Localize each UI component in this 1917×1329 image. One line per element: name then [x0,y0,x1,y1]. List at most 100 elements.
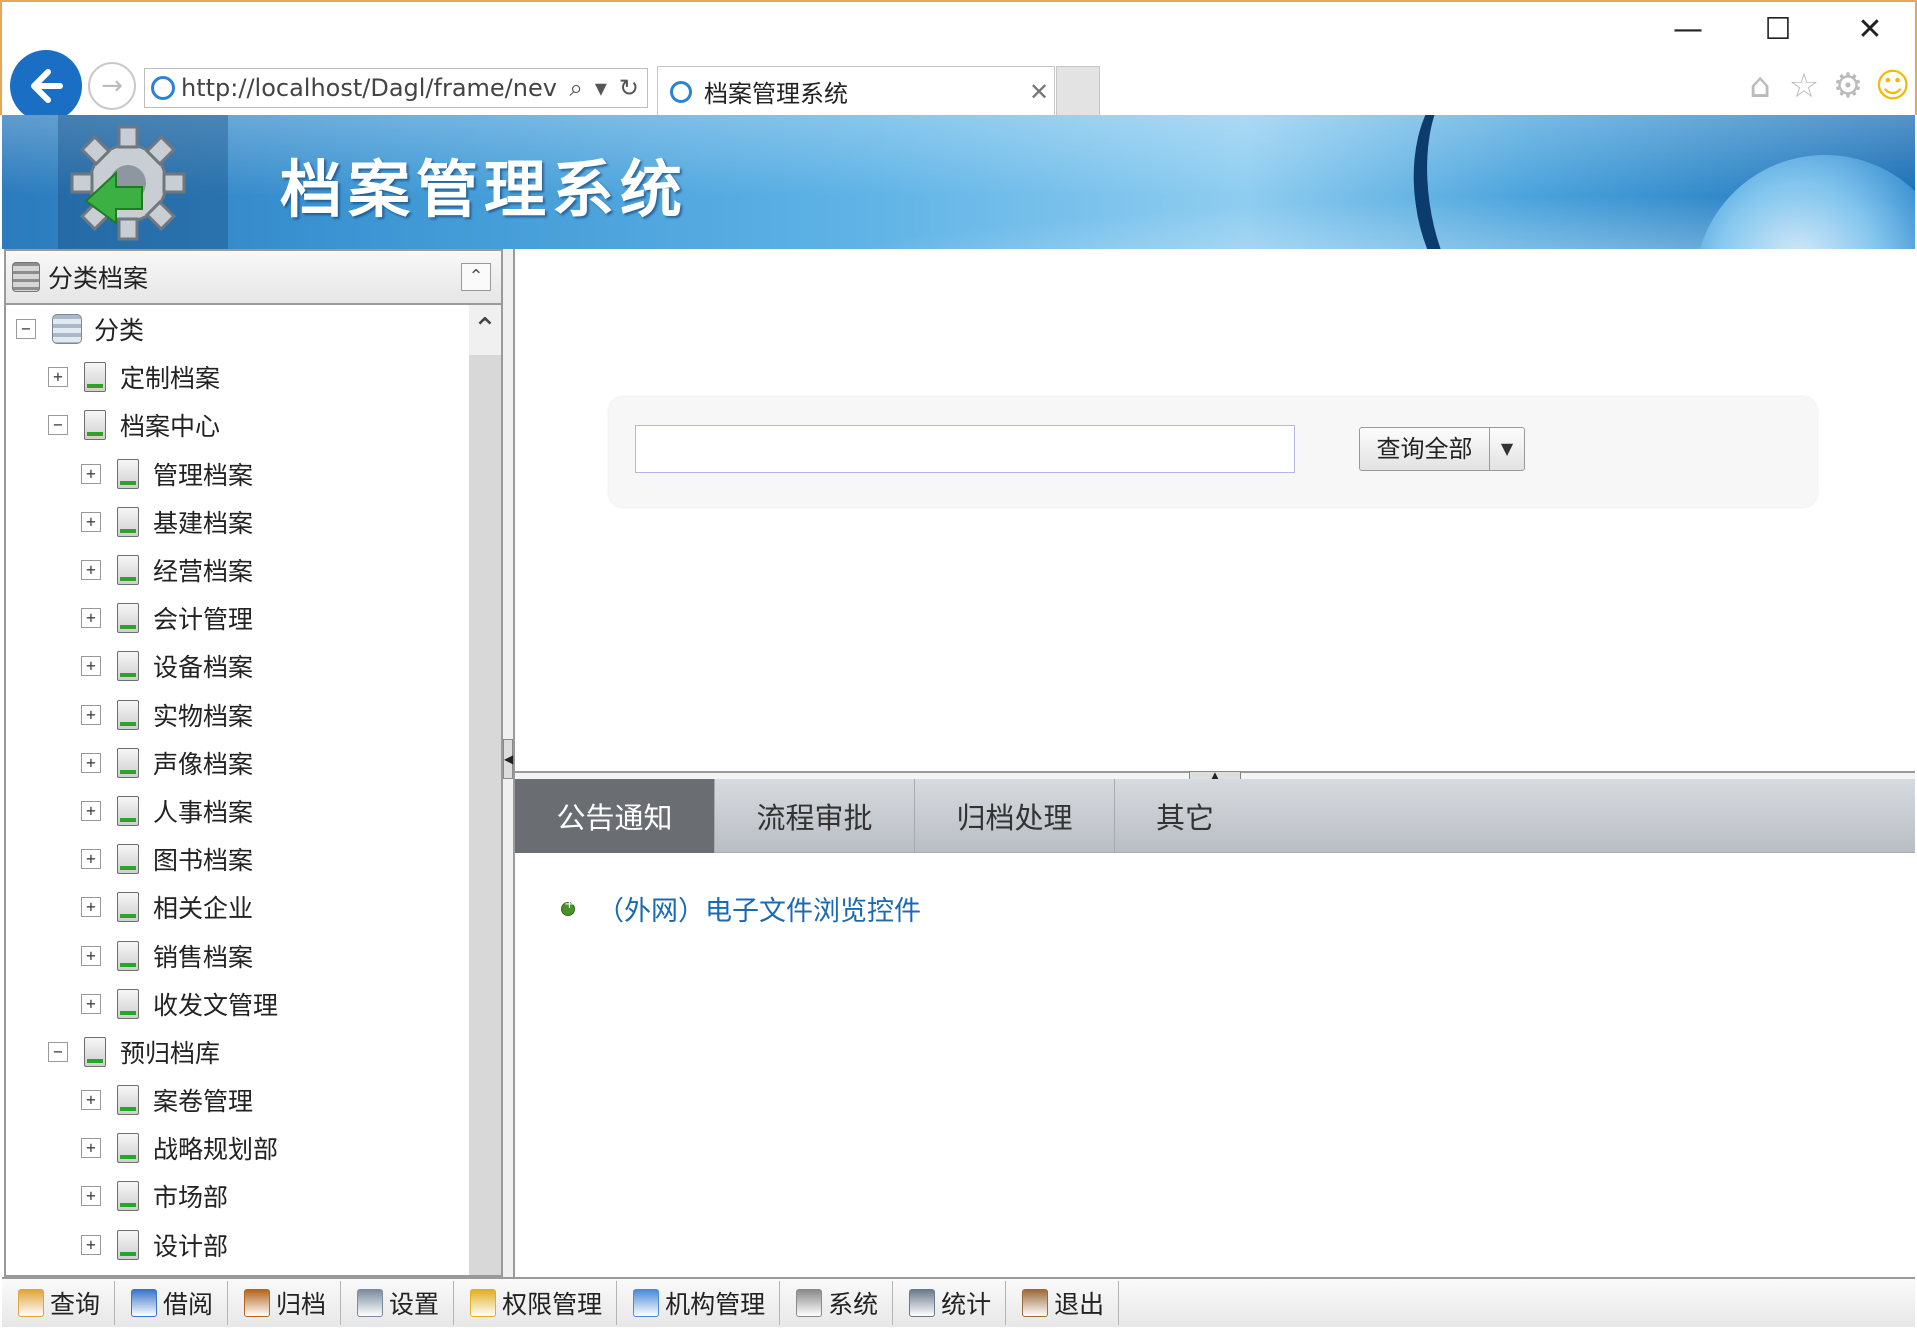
tree-node-label[interactable]: 案卷管理 [153,1082,253,1118]
tree-node-label[interactable]: 相关企业 [153,889,253,925]
tree-node-label[interactable]: 战略规划部 [153,1130,278,1166]
scroll-up-icon[interactable]: ⌃ [469,305,501,355]
tree-node-label[interactable]: 图书档案 [153,841,253,877]
expand-icon[interactable]: + [81,1138,101,1159]
tree-node-label[interactable]: 人事档案 [153,793,253,829]
expand-icon[interactable]: + [81,752,101,773]
tree-scrollbar[interactable]: ⌃ [469,305,501,1275]
toolbar-button-5[interactable]: 机构管理 [617,1281,781,1325]
address-bar[interactable]: http://localhost/Dagl/frame/nev ⌕ ▾ ↻ [144,68,648,108]
toolbar-button-0[interactable]: 查询 [2,1281,116,1325]
expand-icon[interactable]: + [81,993,101,1014]
new-tab-button[interactable] [1056,66,1100,116]
tree-node-label[interactable]: 实物档案 [153,697,253,733]
tree-node[interactable]: + 设计部 [6,1221,468,1269]
browser-tab[interactable]: 档案管理系统 ✕ [657,66,1055,116]
query-all-button[interactable]: 查询全部 ▼ [1359,427,1525,471]
tree-node-label[interactable]: 经营档案 [153,552,253,588]
tree-node[interactable]: + 管理档案 [6,450,468,498]
collapse-icon[interactable]: − [16,319,36,340]
toolbar-button-1[interactable]: 借阅 [115,1281,229,1325]
expand-icon[interactable]: + [81,656,101,677]
expand-icon[interactable]: + [48,367,68,388]
expand-icon[interactable]: + [81,897,101,918]
expand-icon[interactable]: + [81,800,101,821]
tree-node[interactable]: + 销售档案 [6,931,468,979]
minimize-button[interactable]: — [1658,10,1718,50]
tree-node[interactable]: + 声像档案 [6,739,468,787]
toolbar-button-7[interactable]: 统计 [893,1281,1007,1325]
smiley-feedback-icon[interactable]: ☺ [1875,66,1910,106]
chevron-down-icon[interactable]: ▾ [595,74,607,102]
dropdown-arrow-icon[interactable]: ▼ [1490,428,1524,470]
tree-node[interactable]: + 图书档案 [6,835,468,883]
tree-node[interactable]: + 基建档案 [6,498,468,546]
settings-gear-icon[interactable]: ⚙ [1831,66,1865,106]
toolbar-button-6[interactable]: 系统 [780,1281,894,1325]
toolbar-button-4[interactable]: 权限管理 [454,1281,618,1325]
tree-node[interactable]: + 经营档案 [6,546,468,594]
expand-icon[interactable]: + [81,1234,101,1255]
tree-node[interactable]: + 设备档案 [6,642,468,690]
tree-node-label[interactable]: 基建档案 [153,504,253,540]
tree-node-label[interactable]: 收发文管理 [153,986,278,1022]
toolbar-button-8[interactable]: 退出 [1006,1281,1120,1325]
expand-icon[interactable]: + [81,849,101,870]
collapse-icon[interactable]: − [48,1041,68,1062]
tree-node[interactable]: + 定制档案 [6,353,468,401]
expand-icon[interactable]: + [81,1090,101,1111]
query-all-label[interactable]: 查询全部 [1360,428,1490,470]
back-button[interactable] [10,50,82,122]
close-window-button[interactable]: ✕ [1840,10,1900,50]
tree-node[interactable]: + 实物档案 [6,691,468,739]
expand-icon[interactable]: + [81,511,101,532]
refresh-icon[interactable]: ↻ [619,74,639,102]
address-url[interactable]: http://localhost/Dagl/frame/nev [181,74,561,102]
tab-2[interactable]: 归档处理 [915,779,1115,853]
tab-0[interactable]: 公告通知 [515,779,715,853]
tree-node-label[interactable]: 设计部 [153,1227,228,1263]
collapse-panel-button[interactable]: ⌃ [461,263,491,291]
forward-button[interactable]: → [88,62,136,110]
expand-icon[interactable]: + [81,463,101,484]
tree-node-label[interactable]: 管理档案 [153,456,253,492]
horizontal-splitter[interactable]: ▲ [515,771,1915,781]
tree-node-label[interactable]: 档案中心 [120,407,220,443]
tree-node-label[interactable]: 会计管理 [153,600,253,636]
tree-node-label[interactable]: 销售档案 [153,938,253,974]
tab-1[interactable]: 流程审批 [715,779,915,853]
home-icon[interactable]: ⌂ [1743,66,1777,106]
tree-node-label[interactable]: 定制档案 [120,359,220,395]
search-icon[interactable]: ⌕ [569,74,582,102]
maximize-button[interactable]: ☐ [1748,10,1808,50]
expand-icon[interactable]: + [81,945,101,966]
notice-link[interactable]: （外网）电子文件浏览控件 [597,889,921,928]
tab-close-icon[interactable]: ✕ [1024,78,1054,106]
tree-node[interactable]: + 收发文管理 [6,980,468,1028]
toolbar-button-3[interactable]: 设置 [341,1281,455,1325]
toolbar-button-2[interactable]: 归档 [228,1281,342,1325]
tree-node[interactable]: + 战略规划部 [6,1124,468,1172]
tab-3[interactable]: 其它 [1115,779,1255,853]
tree-node[interactable]: − 预归档库 [6,1028,468,1076]
tree-node-label[interactable]: 声像档案 [153,745,253,781]
expand-icon[interactable]: + [81,704,101,725]
vertical-splitter[interactable]: ◀ [503,249,515,1277]
splitter-collapse-icon[interactable]: ◀ [503,739,513,779]
favorites-star-icon[interactable]: ☆ [1787,66,1821,106]
tree-node-label[interactable]: 设备档案 [153,648,253,684]
tree-node[interactable]: + 人事档案 [6,787,468,835]
expand-icon[interactable]: + [81,608,101,629]
expand-icon[interactable]: + [81,560,101,581]
tree-node[interactable]: + 市场部 [6,1172,468,1220]
tree-node-label[interactable]: 市场部 [153,1178,228,1214]
tree-node[interactable]: + 会计管理 [6,594,468,642]
expand-icon[interactable]: + [81,1186,101,1207]
tree-node[interactable]: + 相关企业 [6,883,468,931]
tree-node[interactable]: − 档案中心 [6,401,468,449]
tree-node[interactable]: − 分类 [6,305,468,353]
tree-node-label[interactable]: 预归档库 [120,1034,220,1070]
tree-node[interactable]: + 案卷管理 [6,1076,468,1124]
search-input[interactable] [635,425,1295,473]
collapse-icon[interactable]: − [48,415,68,436]
